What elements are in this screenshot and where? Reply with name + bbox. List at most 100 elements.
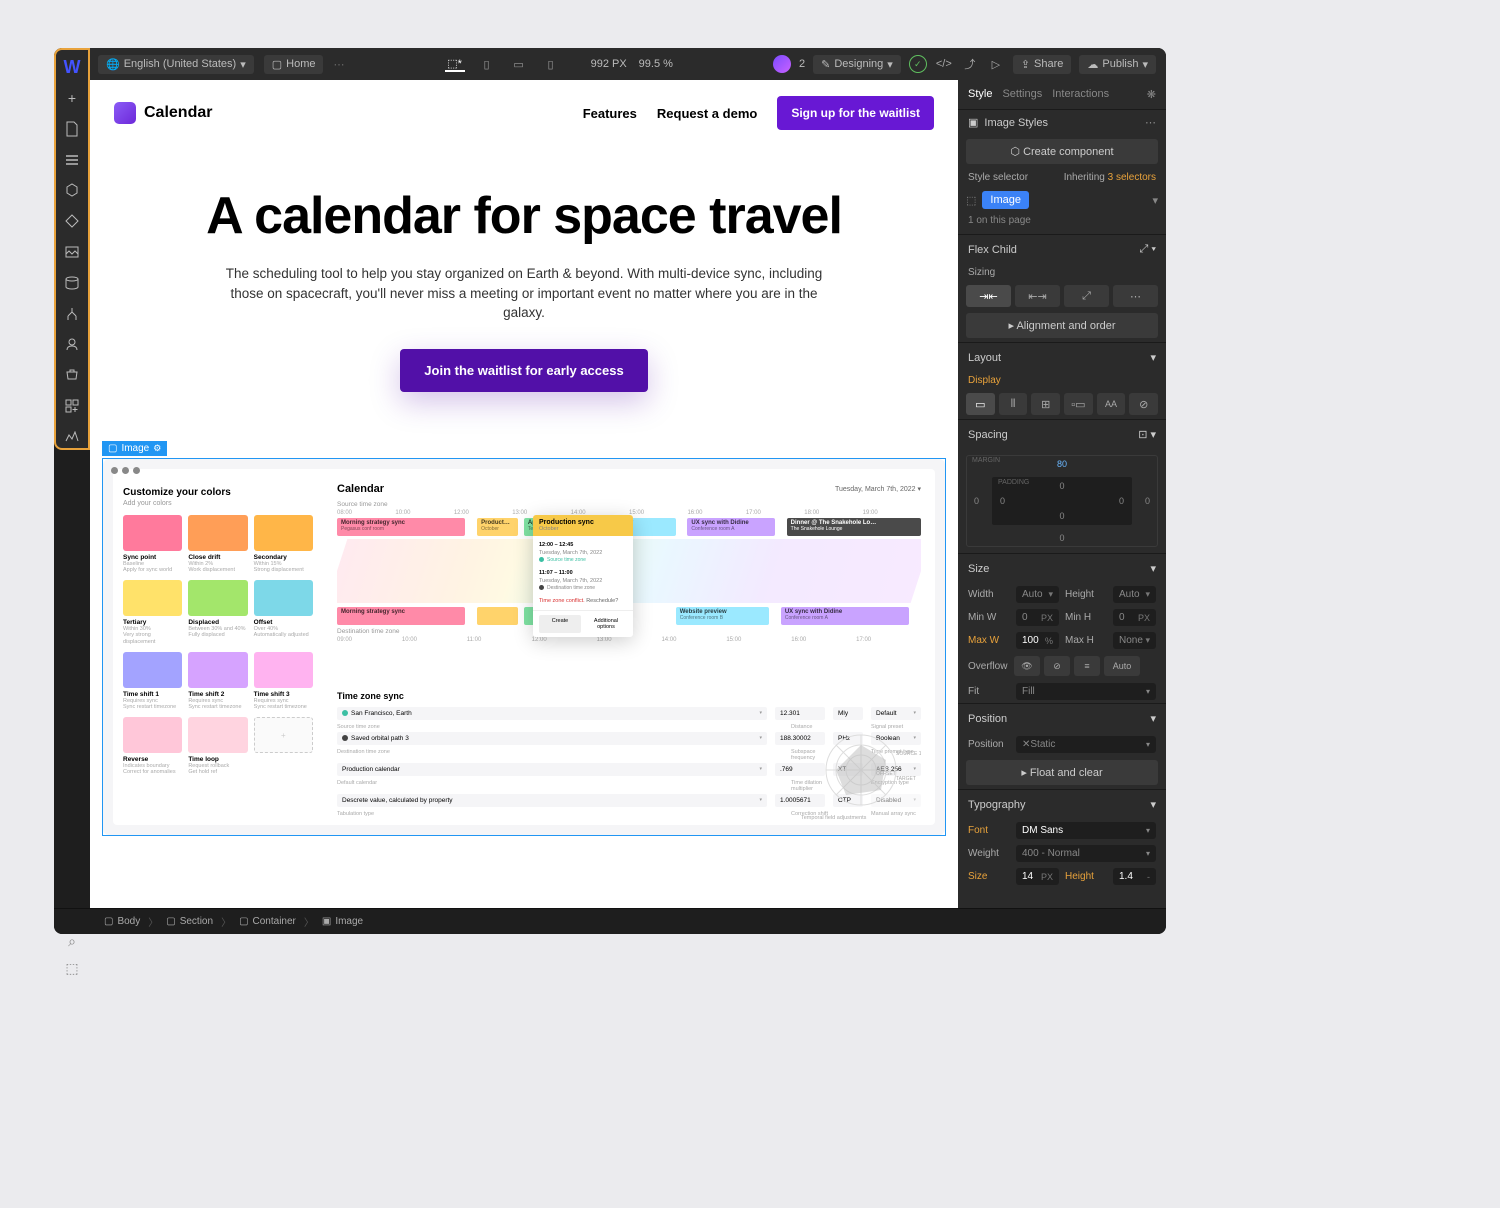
mode-selector[interactable]: ✎ Designing ▾ (813, 55, 901, 74)
extension-icon[interactable]: ⬚ (65, 960, 78, 977)
locale-selector[interactable]: 🌐 English (United States) ▾ (98, 55, 254, 74)
width-input[interactable]: Auto▾ (1016, 586, 1059, 603)
selection-label[interactable]: ▢ Image ⚙ (102, 441, 167, 456)
minw-input[interactable]: 0PX (1016, 609, 1059, 626)
display-block[interactable]: ▭ (966, 393, 995, 415)
nav-features[interactable]: Features (583, 106, 637, 121)
color-swatch[interactable]: ReverseIndicates boundaryCorrect for ano… (123, 717, 182, 776)
sizing-none[interactable]: ⤢ (1064, 285, 1109, 307)
form-field[interactable]: Saved orbital path 3 (337, 732, 767, 745)
breakpoint-desktop[interactable]: ⬚* (445, 57, 465, 72)
line-height-input[interactable]: 1.4- (1113, 868, 1156, 885)
breakpoint-mobile[interactable]: ▯ (541, 58, 561, 71)
overflow-scroll[interactable]: ≡ (1074, 656, 1100, 676)
section-size[interactable]: Size▾ (958, 554, 1166, 583)
alignment-button[interactable]: ▸ Alignment and order (966, 313, 1158, 338)
fit-select[interactable]: Fill (1016, 683, 1156, 700)
overflow-auto[interactable]: Auto (1104, 656, 1140, 676)
color-swatch[interactable]: DisplacedBetween 30% and 40%Fully displa… (188, 580, 247, 646)
section-layout[interactable]: Layout▾ (958, 343, 1166, 372)
export-icon[interactable]: ⤴ (961, 55, 979, 73)
display-flex[interactable]: ⫴ (999, 393, 1028, 415)
nav-demo[interactable]: Request a demo (657, 106, 757, 121)
color-swatch[interactable]: SecondaryWithin 15%Strong displacement (254, 515, 313, 574)
section-typography[interactable]: Typography▾ (958, 790, 1166, 819)
color-swatch[interactable]: Close driftWithin 2%Work displacement (188, 515, 247, 574)
color-swatch[interactable]: OffsetOver 40%Automatically adjusted (254, 580, 313, 646)
calendar-event[interactable]: Morning strategy syncPegasus conf room (337, 518, 465, 536)
tab-settings[interactable]: Settings (1002, 88, 1042, 101)
calendar-event[interactable]: Morning strategy sync (337, 607, 465, 625)
font-size-input[interactable]: 14PX (1016, 868, 1059, 885)
color-swatch[interactable]: Time shift 3Requires syncSync restart ti… (254, 652, 313, 711)
publish-button[interactable]: ☁ Publish ▾ (1079, 55, 1156, 74)
class-selector[interactable]: ⬚Image▾ (958, 187, 1166, 213)
overflow-visible[interactable]: 👁 (1014, 656, 1040, 676)
height-input[interactable]: Auto▾ (1113, 586, 1156, 603)
components-icon[interactable] (60, 179, 84, 202)
float-clear-button[interactable]: ▸ Float and clear (966, 760, 1158, 785)
maxw-input[interactable]: 100% (1016, 632, 1059, 649)
calendar-event[interactable]: UX sync with DidineConference room A (687, 518, 775, 536)
form-field[interactable]: Production calendar (337, 763, 767, 776)
popover-create[interactable]: Create (539, 615, 581, 633)
ecommerce-icon[interactable] (60, 364, 84, 387)
sizing-more[interactable]: ⋯ (1113, 285, 1158, 307)
color-swatch[interactable]: Time shift 2Requires syncSync restart ti… (188, 652, 247, 711)
form-field[interactable]: Descrete value, calculated by property (337, 794, 767, 807)
hero-cta[interactable]: Join the waitlist for early access (400, 349, 647, 392)
breakpoint-landscape[interactable]: ▭ (509, 58, 529, 71)
cms-icon[interactable] (60, 271, 84, 294)
color-swatch[interactable]: Time loopRequest rollbackGet hold ref (188, 717, 247, 776)
create-component-button[interactable]: ⬡ Create component (966, 139, 1158, 164)
display-inlineblock[interactable]: ▫▭ (1064, 393, 1093, 415)
calendar-event[interactable]: Dinner @ The Snakehole Lo…The Snakehole … (787, 518, 921, 536)
sizing-shrink[interactable]: ⇥⇤ (966, 285, 1011, 307)
maxh-input[interactable]: None▾ (1113, 632, 1156, 649)
overflow-hidden[interactable]: ⊘ (1044, 656, 1070, 676)
tab-interactions[interactable]: Interactions (1052, 88, 1109, 101)
spacing-editor[interactable]: MARGIN PADDING 80 0 0 0 0 0 0 0 (966, 455, 1158, 547)
display-none[interactable]: ⊘ (1129, 393, 1158, 415)
color-swatch[interactable]: Time shift 1Requires syncSync restart ti… (123, 652, 182, 711)
design-canvas[interactable]: Calendar Features Request a demo Sign up… (90, 80, 958, 908)
section-position[interactable]: Position▾ (958, 704, 1166, 733)
popover-addl[interactable]: Additional options (585, 615, 627, 633)
section-flex-child[interactable]: Flex Child⤢ ▾ (958, 235, 1166, 264)
audit-icon[interactable] (60, 425, 84, 448)
code-icon[interactable]: </> (935, 55, 953, 73)
pages-icon[interactable] (60, 118, 84, 141)
search-icon[interactable]: ⌕ (68, 933, 76, 950)
form-field[interactable]: 12.301 (775, 707, 825, 720)
logic-icon[interactable] (60, 302, 84, 325)
users-icon[interactable] (60, 333, 84, 356)
crumb-body[interactable]: ▢ Body (98, 914, 146, 929)
color-swatch[interactable]: Sync pointBaselineApply for sync world (123, 515, 182, 574)
color-swatch[interactable]: + (254, 717, 313, 776)
form-field[interactable]: San Francisco, Earth (337, 707, 767, 720)
gear-icon[interactable]: ⚙ (153, 443, 161, 454)
crumb-section[interactable]: ▢ Section (160, 914, 219, 929)
paint-icon[interactable]: ❋ (1147, 88, 1156, 101)
status-ok-icon[interactable]: ✓ (909, 55, 927, 73)
preview-icon[interactable]: ▷ (987, 55, 1005, 73)
navigator-icon[interactable] (60, 148, 84, 171)
calendar-event[interactable]: Website previewConference room B (676, 607, 769, 625)
more-icon[interactable]: ⋯ (1145, 116, 1156, 129)
display-inline[interactable]: AA (1097, 393, 1126, 415)
display-grid[interactable]: ⊞ (1031, 393, 1060, 415)
user-avatar[interactable] (773, 55, 791, 73)
assets-icon[interactable] (60, 241, 84, 264)
calendar-event[interactable]: UX sync with DidineConference room A (781, 607, 909, 625)
selected-image-element[interactable]: ▢ Image ⚙ Customize your colors Add your… (102, 458, 946, 836)
breakpoint-tablet[interactable]: ▯ (477, 58, 497, 71)
font-select[interactable]: DM Sans (1016, 822, 1156, 839)
color-swatch[interactable]: TertiaryWithin 30%Very strong displaceme… (123, 580, 182, 646)
add-icon[interactable]: + (60, 87, 84, 110)
nav-cta[interactable]: Sign up for the waitlist (777, 96, 934, 130)
webflow-logo-icon[interactable]: W (60, 56, 84, 79)
minh-input[interactable]: 0PX (1113, 609, 1156, 626)
position-select[interactable]: ✕ Static (1016, 736, 1156, 753)
calendar-event[interactable]: Product…October (477, 518, 518, 536)
section-spacing[interactable]: Spacing⊡ ▾ (958, 420, 1166, 449)
